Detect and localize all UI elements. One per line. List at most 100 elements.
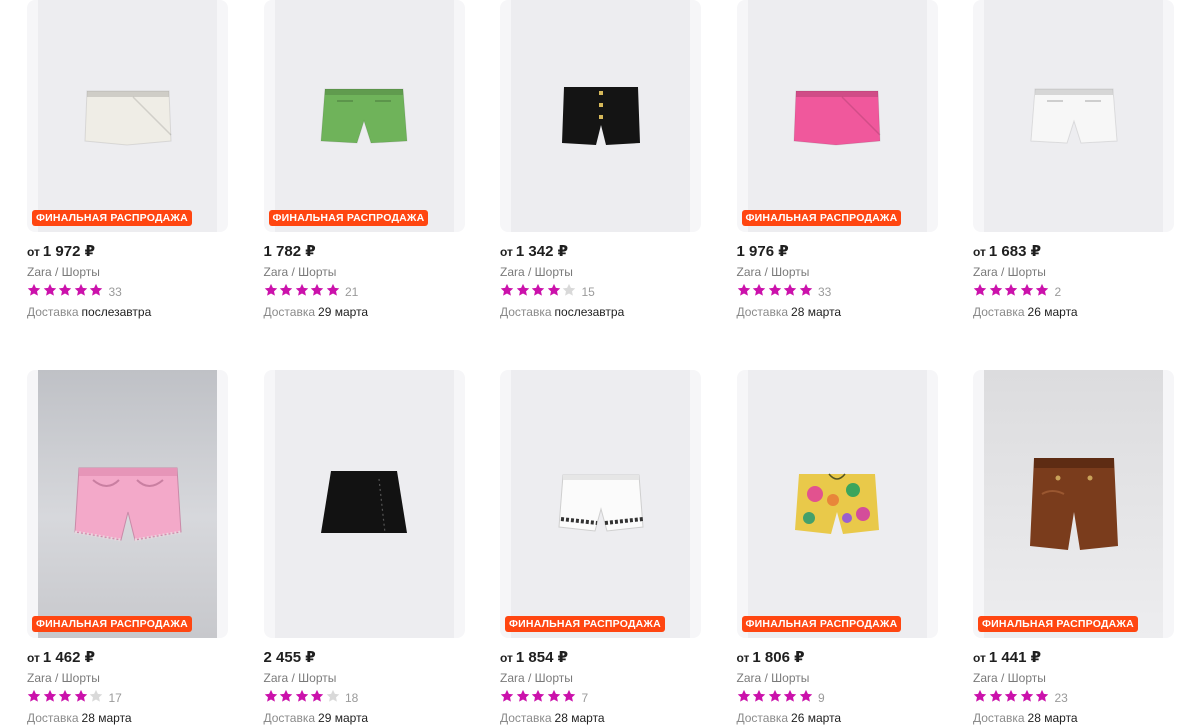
star-icon xyxy=(279,689,293,702)
product-card[interactable]: ФИНАЛЬНАЯ РАСПРОДАЖА 1 976 ₽ Zara / Шорт… xyxy=(736,0,938,340)
product-photo xyxy=(737,0,938,232)
price-from-label: от xyxy=(500,651,513,665)
sale-badge: ФИНАЛЬНАЯ РАСПРОДАЖА xyxy=(32,210,192,226)
product-card[interactable]: ФИНАЛЬНАЯ РАСПРОДАЖА 1 782 ₽ Zara / Шорт… xyxy=(263,0,465,340)
price: от 1 854 ₽ xyxy=(500,649,701,667)
delivery-date: 26 марта xyxy=(1027,305,1078,319)
delivery-date: послезавтра xyxy=(554,305,625,319)
star-icon xyxy=(768,283,781,296)
star-icon xyxy=(1035,689,1049,702)
star-icon xyxy=(562,689,576,702)
brand-category[interactable]: Zara / Шорты xyxy=(27,264,228,280)
rating: 7 xyxy=(500,689,701,705)
garment-illustration xyxy=(1029,458,1118,550)
product-image-area[interactable]: ФИНАЛЬНАЯ РАСПРОДАЖА xyxy=(500,370,701,638)
product-card[interactable]: от 1 683 ₽ Zara / Шорты 2 Доставка 26 март… xyxy=(973,0,1174,340)
brand-category[interactable]: Zara / Шорты xyxy=(500,670,701,686)
brand-category[interactable]: Zara / Шорты xyxy=(973,670,1174,686)
price-value: 1 683 ₽ xyxy=(988,243,1042,260)
star-icon xyxy=(1035,283,1049,296)
price-value: 2 455 ₽ xyxy=(263,649,316,666)
product-card[interactable]: ФИНАЛЬНАЯ РАСПРОДАЖА от 1 441 ₽ Zara / Шо… xyxy=(973,355,1174,725)
sale-badge: ФИНАЛЬНАЯ РАСПРОДАЖА xyxy=(741,616,902,632)
price-from-label: от xyxy=(973,651,986,665)
delivery-date: 28 марта xyxy=(81,711,132,725)
brand-category[interactable]: Zara / Шорты xyxy=(973,264,1174,280)
review-count: 2 xyxy=(1054,285,1062,299)
brand-category[interactable]: Zara / Шорты xyxy=(264,670,465,686)
star-icon xyxy=(1020,689,1033,702)
product-card[interactable]: ФИНАЛЬНАЯ РАСПРОДАЖА от 1 462 ₽ Zara / Шо… xyxy=(27,355,228,725)
delivery-date: 26 марта xyxy=(791,711,842,725)
star-icon xyxy=(58,283,72,296)
price: от 1 806 ₽ xyxy=(737,649,938,667)
star-icon xyxy=(799,283,812,296)
product-image-area[interactable]: ФИНАЛЬНАЯ РАСПРОДАЖА xyxy=(736,0,938,232)
product-image-area[interactable] xyxy=(263,370,465,638)
star-icon xyxy=(752,283,766,296)
price-value: 1 342 ₽ xyxy=(515,243,569,260)
product-card[interactable]: ФИНАЛЬНАЯ РАСПРОДАЖА от 1 854 ₽ Zara / Шо… xyxy=(500,355,701,725)
price-from-label: от xyxy=(736,651,750,665)
price: 1 782 ₽ xyxy=(264,243,465,261)
product-grid: ФИНАЛЬНАЯ РАСПРОДАЖА от 1 972 ₽ Zara / Шо… xyxy=(27,0,1174,725)
product-image-area[interactable]: ФИНАЛЬНАЯ РАСПРОДАЖА xyxy=(736,370,938,638)
product-photo xyxy=(264,0,465,232)
rating: 33 xyxy=(737,283,938,299)
review-count: 33 xyxy=(818,285,832,299)
product-image-area[interactable]: ФИНАЛЬНАЯ РАСПРОДАЖА xyxy=(27,0,228,232)
price-value: 1 854 ₽ xyxy=(515,649,569,666)
star-icon xyxy=(531,283,545,296)
review-count: 7 xyxy=(581,691,589,705)
product-card[interactable]: от 1 342 ₽ Zara / Шорты 15 Доставка послез… xyxy=(500,0,701,340)
star-icon xyxy=(547,689,560,702)
brand-category[interactable]: Zara / Шорты xyxy=(500,264,701,280)
star-icon xyxy=(326,283,339,296)
product-image-area[interactable] xyxy=(500,0,701,232)
brand-category[interactable]: Zara / Шорты xyxy=(264,264,465,280)
product-card[interactable]: ФИНАЛЬНАЯ РАСПРОДАЖА от 1 972 ₽ Zara / Шо… xyxy=(27,0,228,340)
star-icon xyxy=(1004,689,1018,702)
delivery-info: Доставка послезавтра xyxy=(500,304,701,320)
price: 1 976 ₽ xyxy=(737,243,938,261)
product-photo xyxy=(38,370,217,638)
product-image-area[interactable]: ФИНАЛЬНАЯ РАСПРОДАЖА xyxy=(973,370,1174,638)
review-count: 21 xyxy=(345,285,359,299)
review-count: 17 xyxy=(108,691,122,705)
star-icon xyxy=(43,283,56,296)
star-icon xyxy=(562,283,576,296)
product-photo xyxy=(500,0,701,232)
delivery-date: 28 марта xyxy=(1027,711,1078,725)
delivery-date: 29 марта xyxy=(318,305,369,319)
star-icon xyxy=(752,689,766,702)
price: от 1 441 ₽ xyxy=(973,649,1174,667)
rating-stars xyxy=(737,689,815,708)
sale-badge: ФИНАЛЬНАЯ РАСПРОДАЖА xyxy=(32,616,192,632)
star-icon xyxy=(264,283,277,296)
product-card[interactable]: ФИНАЛЬНАЯ РАСПРОДАЖА от 1 806 ₽ Zara / Шо… xyxy=(736,355,938,725)
product-image-area[interactable]: ФИНАЛЬНАЯ РАСПРОДАЖА xyxy=(27,370,228,638)
brand-category[interactable]: Zara / Шорты xyxy=(27,670,228,686)
brand-category[interactable]: Zara / Шорты xyxy=(737,670,938,686)
price-value: 1 972 ₽ xyxy=(42,243,96,260)
sale-badge: ФИНАЛЬНАЯ РАСПРОДАЖА xyxy=(268,210,429,226)
star-icon xyxy=(531,689,545,702)
brand-category[interactable]: Zara / Шорты xyxy=(737,264,938,280)
star-icon xyxy=(768,689,781,702)
rating: 23 xyxy=(973,689,1174,705)
product-image-area[interactable] xyxy=(973,0,1174,232)
sale-badge: ФИНАЛЬНАЯ РАСПРОДАЖА xyxy=(978,616,1138,632)
price-value: 1 441 ₽ xyxy=(988,649,1042,666)
product-photo xyxy=(27,0,228,232)
delivery-info: Доставка послезавтра xyxy=(27,304,228,320)
delivery-date: 29 марта xyxy=(318,711,369,725)
star-icon xyxy=(799,689,812,702)
rating-stars xyxy=(264,283,342,302)
star-icon xyxy=(310,283,324,296)
star-icon xyxy=(516,689,529,702)
price-value: 1 976 ₽ xyxy=(736,243,789,260)
product-card[interactable]: 2 455 ₽ Zara / Шорты 18 Доставка 29 марта xyxy=(263,355,465,725)
product-image-area[interactable]: ФИНАЛЬНАЯ РАСПРОДАЖА xyxy=(263,0,465,232)
star-icon xyxy=(295,283,308,296)
garment-illustration xyxy=(795,473,879,534)
